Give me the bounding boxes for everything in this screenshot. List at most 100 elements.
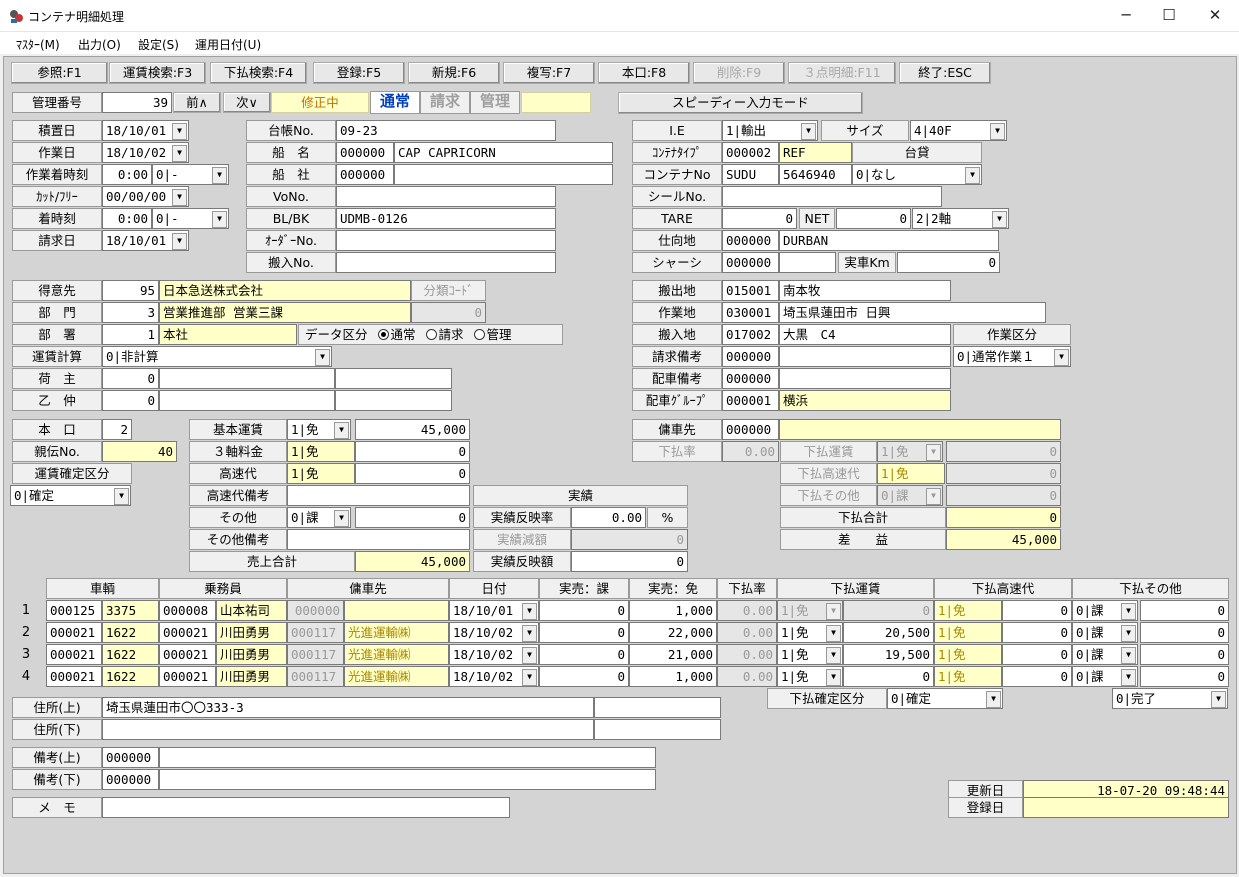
grid-jomuin-code[interactable]: 000021	[159, 622, 216, 643]
seikyu-biko-input[interactable]	[779, 346, 951, 367]
biko-shita-input[interactable]	[159, 769, 656, 790]
jisseki-hanei[interactable]: 0	[571, 551, 688, 572]
nashi-select[interactable]: 0|なし	[852, 164, 982, 185]
menu-output[interactable]: 出力(O)	[78, 36, 121, 53]
grid-sharyo-code[interactable]: 000125	[46, 600, 102, 621]
honkuchi-input[interactable]: 2	[102, 419, 132, 440]
hannyu-name[interactable]: 大黒 C4	[779, 324, 951, 345]
sagyo-date[interactable]: 18/10/02	[102, 142, 189, 163]
biko-ue-code[interactable]: 000000	[102, 747, 159, 768]
haisha-group-code[interactable]: 000001	[722, 390, 779, 411]
sagyo-time-select[interactable]: 0|-	[152, 164, 229, 185]
ninushi-code[interactable]: 0	[102, 368, 159, 389]
shimuke-input[interactable]: DURBAN	[779, 230, 999, 251]
chassis-code[interactable]: 000000	[722, 252, 779, 273]
hannyu-no-input[interactable]	[336, 252, 556, 273]
kihon-input[interactable]: 45,000	[355, 419, 470, 440]
daicho-input[interactable]: 09-23	[336, 120, 556, 141]
grid-sonota-opt[interactable]: 0|課	[1072, 600, 1138, 621]
biko-ue-input[interactable]	[159, 747, 656, 768]
unchin-keisan-select[interactable]: 0|非計算	[102, 346, 332, 367]
grid-unchin-opt[interactable]: 1|免	[777, 666, 843, 687]
order-input[interactable]	[336, 230, 556, 251]
sagyochi-name[interactable]: 埼玉県蓮田市 日興	[779, 302, 1046, 323]
grid-men-input[interactable]: 1,000	[629, 600, 717, 621]
grid-sonota-val[interactable]: 0	[1140, 622, 1229, 643]
grid-jomuin-code[interactable]: 000021	[159, 644, 216, 665]
busho-code[interactable]: 1	[102, 324, 159, 345]
next-button[interactable]: 次∨	[223, 92, 271, 113]
radio-kanri[interactable]	[473, 329, 485, 340]
jissha-input[interactable]: 0	[897, 252, 1000, 273]
jusho-shita-input[interactable]	[102, 719, 594, 740]
jusho-shita-extra[interactable]	[594, 719, 721, 740]
container-number[interactable]: 5646940	[779, 164, 852, 185]
hanshutsu-name[interactable]: 南本牧	[779, 280, 951, 301]
menu-date[interactable]: 運用日付(U)	[195, 36, 261, 53]
close-icon[interactable]: ✕	[1192, 0, 1238, 32]
shita-kakutei-select[interactable]: 0|確定	[887, 688, 1003, 709]
ninushi-name[interactable]	[159, 368, 335, 389]
kihon-opt[interactable]: 1|免	[287, 419, 351, 440]
grid-unchin-val[interactable]: 19,500	[843, 644, 934, 665]
container-prefix[interactable]: SUDU	[722, 164, 779, 185]
kanri-input[interactable]: 39	[102, 92, 172, 113]
bumon-code[interactable]: 3	[102, 302, 159, 323]
grid-jomuin-code[interactable]: 000021	[159, 666, 216, 687]
grid-sonota-val[interactable]: 0	[1140, 666, 1229, 687]
otsunaka-code[interactable]: 0	[102, 390, 159, 411]
grid-unchin-val[interactable]: 20,500	[843, 622, 934, 643]
grid-date-select[interactable]: 18/10/02	[449, 666, 539, 687]
otsunaka-name[interactable]	[159, 390, 335, 411]
chaku-time-input[interactable]: 0:00	[102, 208, 152, 229]
jusho-ue-input[interactable]: 埼玉県蓮田市〇〇333-3	[102, 697, 594, 718]
speedy-input-button[interactable]: スピーディー入力モード	[618, 92, 863, 114]
sonota-input[interactable]: 0	[355, 507, 470, 528]
grid-sharyo-code[interactable]: 000021	[46, 644, 102, 665]
sensha-code[interactable]: 000000	[336, 164, 394, 185]
grid-kosoku-val[interactable]: 0	[1002, 644, 1072, 665]
maximize-icon[interactable]: ☐	[1146, 0, 1192, 32]
new-button[interactable]: 新規:F6	[408, 62, 500, 84]
grid-men-input[interactable]: 1,000	[629, 666, 717, 687]
ie-select[interactable]: 1|輸出	[722, 120, 818, 141]
minimize-icon[interactable]: ─	[1103, 0, 1149, 32]
menu-master[interactable]: ﾏｽﾀｰ(M)	[16, 36, 60, 53]
vono-input[interactable]	[336, 186, 556, 207]
otsunaka-extra[interactable]	[335, 390, 452, 411]
sagyochi-code[interactable]: 030001	[722, 302, 779, 323]
honkuchi-button[interactable]: 本口:F8	[598, 62, 690, 84]
sanjiku-input[interactable]: 0	[355, 441, 470, 462]
grid-sonota-val[interactable]: 0	[1140, 644, 1229, 665]
grid-ka-input[interactable]: 0	[539, 622, 629, 643]
fare-search-button[interactable]: 運賃検索:F3	[109, 62, 206, 84]
cut-date[interactable]: 00/00/00	[102, 186, 189, 207]
memo-input[interactable]	[102, 797, 510, 818]
hannyu-code[interactable]: 017002	[722, 324, 779, 345]
menu-settings[interactable]: 設定(S)	[138, 36, 179, 53]
grid-jomuin-code[interactable]: 000008	[159, 600, 216, 621]
kosoku-input[interactable]: 0	[355, 463, 470, 484]
chaku-time-select[interactable]: 0|-	[152, 208, 229, 229]
haisha-biko-input[interactable]	[779, 368, 951, 389]
grid-sonota-opt[interactable]: 0|課	[1072, 666, 1138, 687]
seikyu-biko-code[interactable]: 000000	[722, 346, 779, 367]
kakutei-select[interactable]: 0|確定	[10, 485, 131, 506]
kanryo-select[interactable]: 0|完了	[1112, 688, 1228, 709]
size-select[interactable]: 4|40F	[910, 120, 1007, 141]
yosha-code[interactable]: 000000	[722, 419, 779, 440]
grid-sonota-val[interactable]: 0	[1140, 600, 1229, 621]
ninushi-extra[interactable]	[335, 368, 452, 389]
grid-ka-input[interactable]: 0	[539, 644, 629, 665]
grid-unchin-opt[interactable]: 1|免	[777, 622, 843, 643]
grid-date-select[interactable]: 18/10/02	[449, 622, 539, 643]
sagyo-time-input[interactable]: 0:00	[102, 164, 152, 185]
radio-normal[interactable]	[377, 329, 389, 340]
grid-unchin-opt[interactable]: 1|免	[777, 644, 843, 665]
tsumioki-date[interactable]: 18/10/01	[102, 120, 189, 141]
radio-seikyu[interactable]	[425, 329, 437, 340]
register-button[interactable]: 登録:F5	[313, 62, 405, 84]
jisseki-ritsu-input[interactable]: 0.00	[571, 507, 646, 528]
seal-input[interactable]	[722, 186, 942, 207]
grid-sharyo-code[interactable]: 000021	[46, 666, 102, 687]
